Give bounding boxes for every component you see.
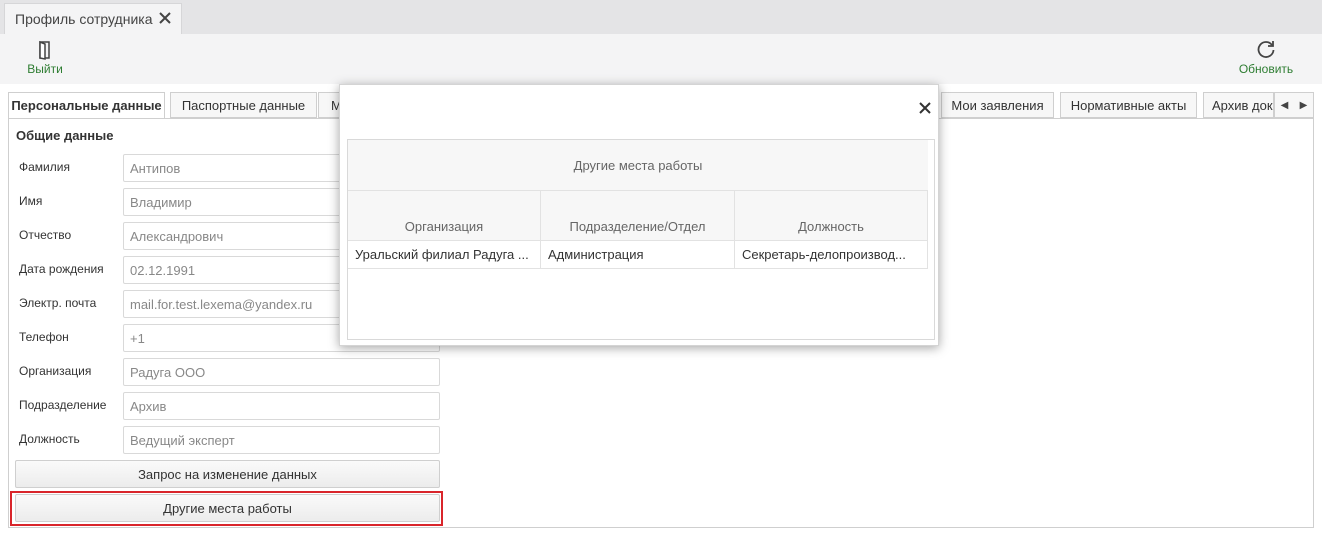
document-tab-strip: Профиль сотрудника bbox=[0, 0, 1322, 34]
tab-documents-archive[interactable]: Архив док bbox=[1203, 92, 1274, 118]
document-tab-title: Профиль сотрудника bbox=[15, 11, 153, 27]
workplaces-grid: Другие места работы Организация Подразде… bbox=[347, 139, 935, 340]
tab-my-requests[interactable]: Мои заявления bbox=[941, 92, 1054, 118]
field-label-organization: Организация bbox=[19, 364, 92, 378]
change-request-button[interactable]: Запрос на изменение данных bbox=[15, 460, 440, 488]
department-field[interactable]: Архив bbox=[123, 392, 440, 420]
triangle-right-icon[interactable]: ▶ bbox=[1300, 100, 1308, 111]
tab-personal-data[interactable]: Персональные данные bbox=[8, 92, 165, 119]
tab-regulatory-acts[interactable]: Нормативные акты bbox=[1060, 92, 1197, 118]
grid-title: Другие места работы bbox=[348, 140, 928, 191]
exit-button[interactable]: Выйти bbox=[24, 40, 66, 76]
tab-scroll-controls: ◀ ▶ bbox=[1274, 92, 1314, 118]
triangle-left-icon[interactable]: ◀ bbox=[1281, 100, 1289, 111]
table-cell-position[interactable]: Секретарь-делопроизвод... bbox=[735, 241, 928, 269]
field-label-patronymic: Отчество bbox=[19, 228, 72, 242]
tab-passport-data[interactable]: Паспортные данные bbox=[170, 92, 317, 118]
refresh-button[interactable]: Обновить bbox=[1234, 40, 1298, 76]
table-cell-department[interactable]: Администрация bbox=[541, 241, 735, 269]
section-title: Общие данные bbox=[16, 128, 114, 143]
table-cell-organization[interactable]: Уральский филиал Радуга ... bbox=[348, 241, 541, 269]
other-workplaces-dialog: Другие места работы Организация Подразде… bbox=[339, 84, 939, 346]
field-label-phone: Телефон bbox=[19, 330, 69, 344]
field-label-birth-date: Дата рождения bbox=[19, 262, 104, 276]
toolbar: Выйти Обновить bbox=[0, 34, 1322, 84]
document-tab-employee-profile[interactable]: Профиль сотрудника bbox=[4, 3, 182, 34]
column-header-position[interactable]: Должность bbox=[735, 191, 928, 241]
position-field[interactable]: Ведущий эксперт bbox=[123, 426, 440, 454]
door-exit-icon bbox=[39, 40, 50, 60]
close-icon[interactable] bbox=[158, 11, 172, 25]
highlight-frame bbox=[10, 491, 443, 526]
field-label-department: Подразделение bbox=[19, 398, 107, 412]
field-label-position: Должность bbox=[19, 432, 80, 446]
field-label-email: Электр. почта bbox=[19, 296, 97, 310]
refresh-icon bbox=[1257, 41, 1275, 58]
field-label-first-name: Имя bbox=[19, 194, 43, 208]
close-icon[interactable] bbox=[918, 101, 932, 115]
refresh-label: Обновить bbox=[1238, 62, 1294, 76]
field-label-last-name: Фамилия bbox=[19, 160, 70, 174]
organization-field[interactable]: Радуга ООО bbox=[123, 358, 440, 386]
column-header-department[interactable]: Подразделение/Отдел bbox=[541, 191, 735, 241]
exit-label: Выйти bbox=[27, 62, 63, 76]
column-header-organization[interactable]: Организация bbox=[348, 191, 541, 241]
